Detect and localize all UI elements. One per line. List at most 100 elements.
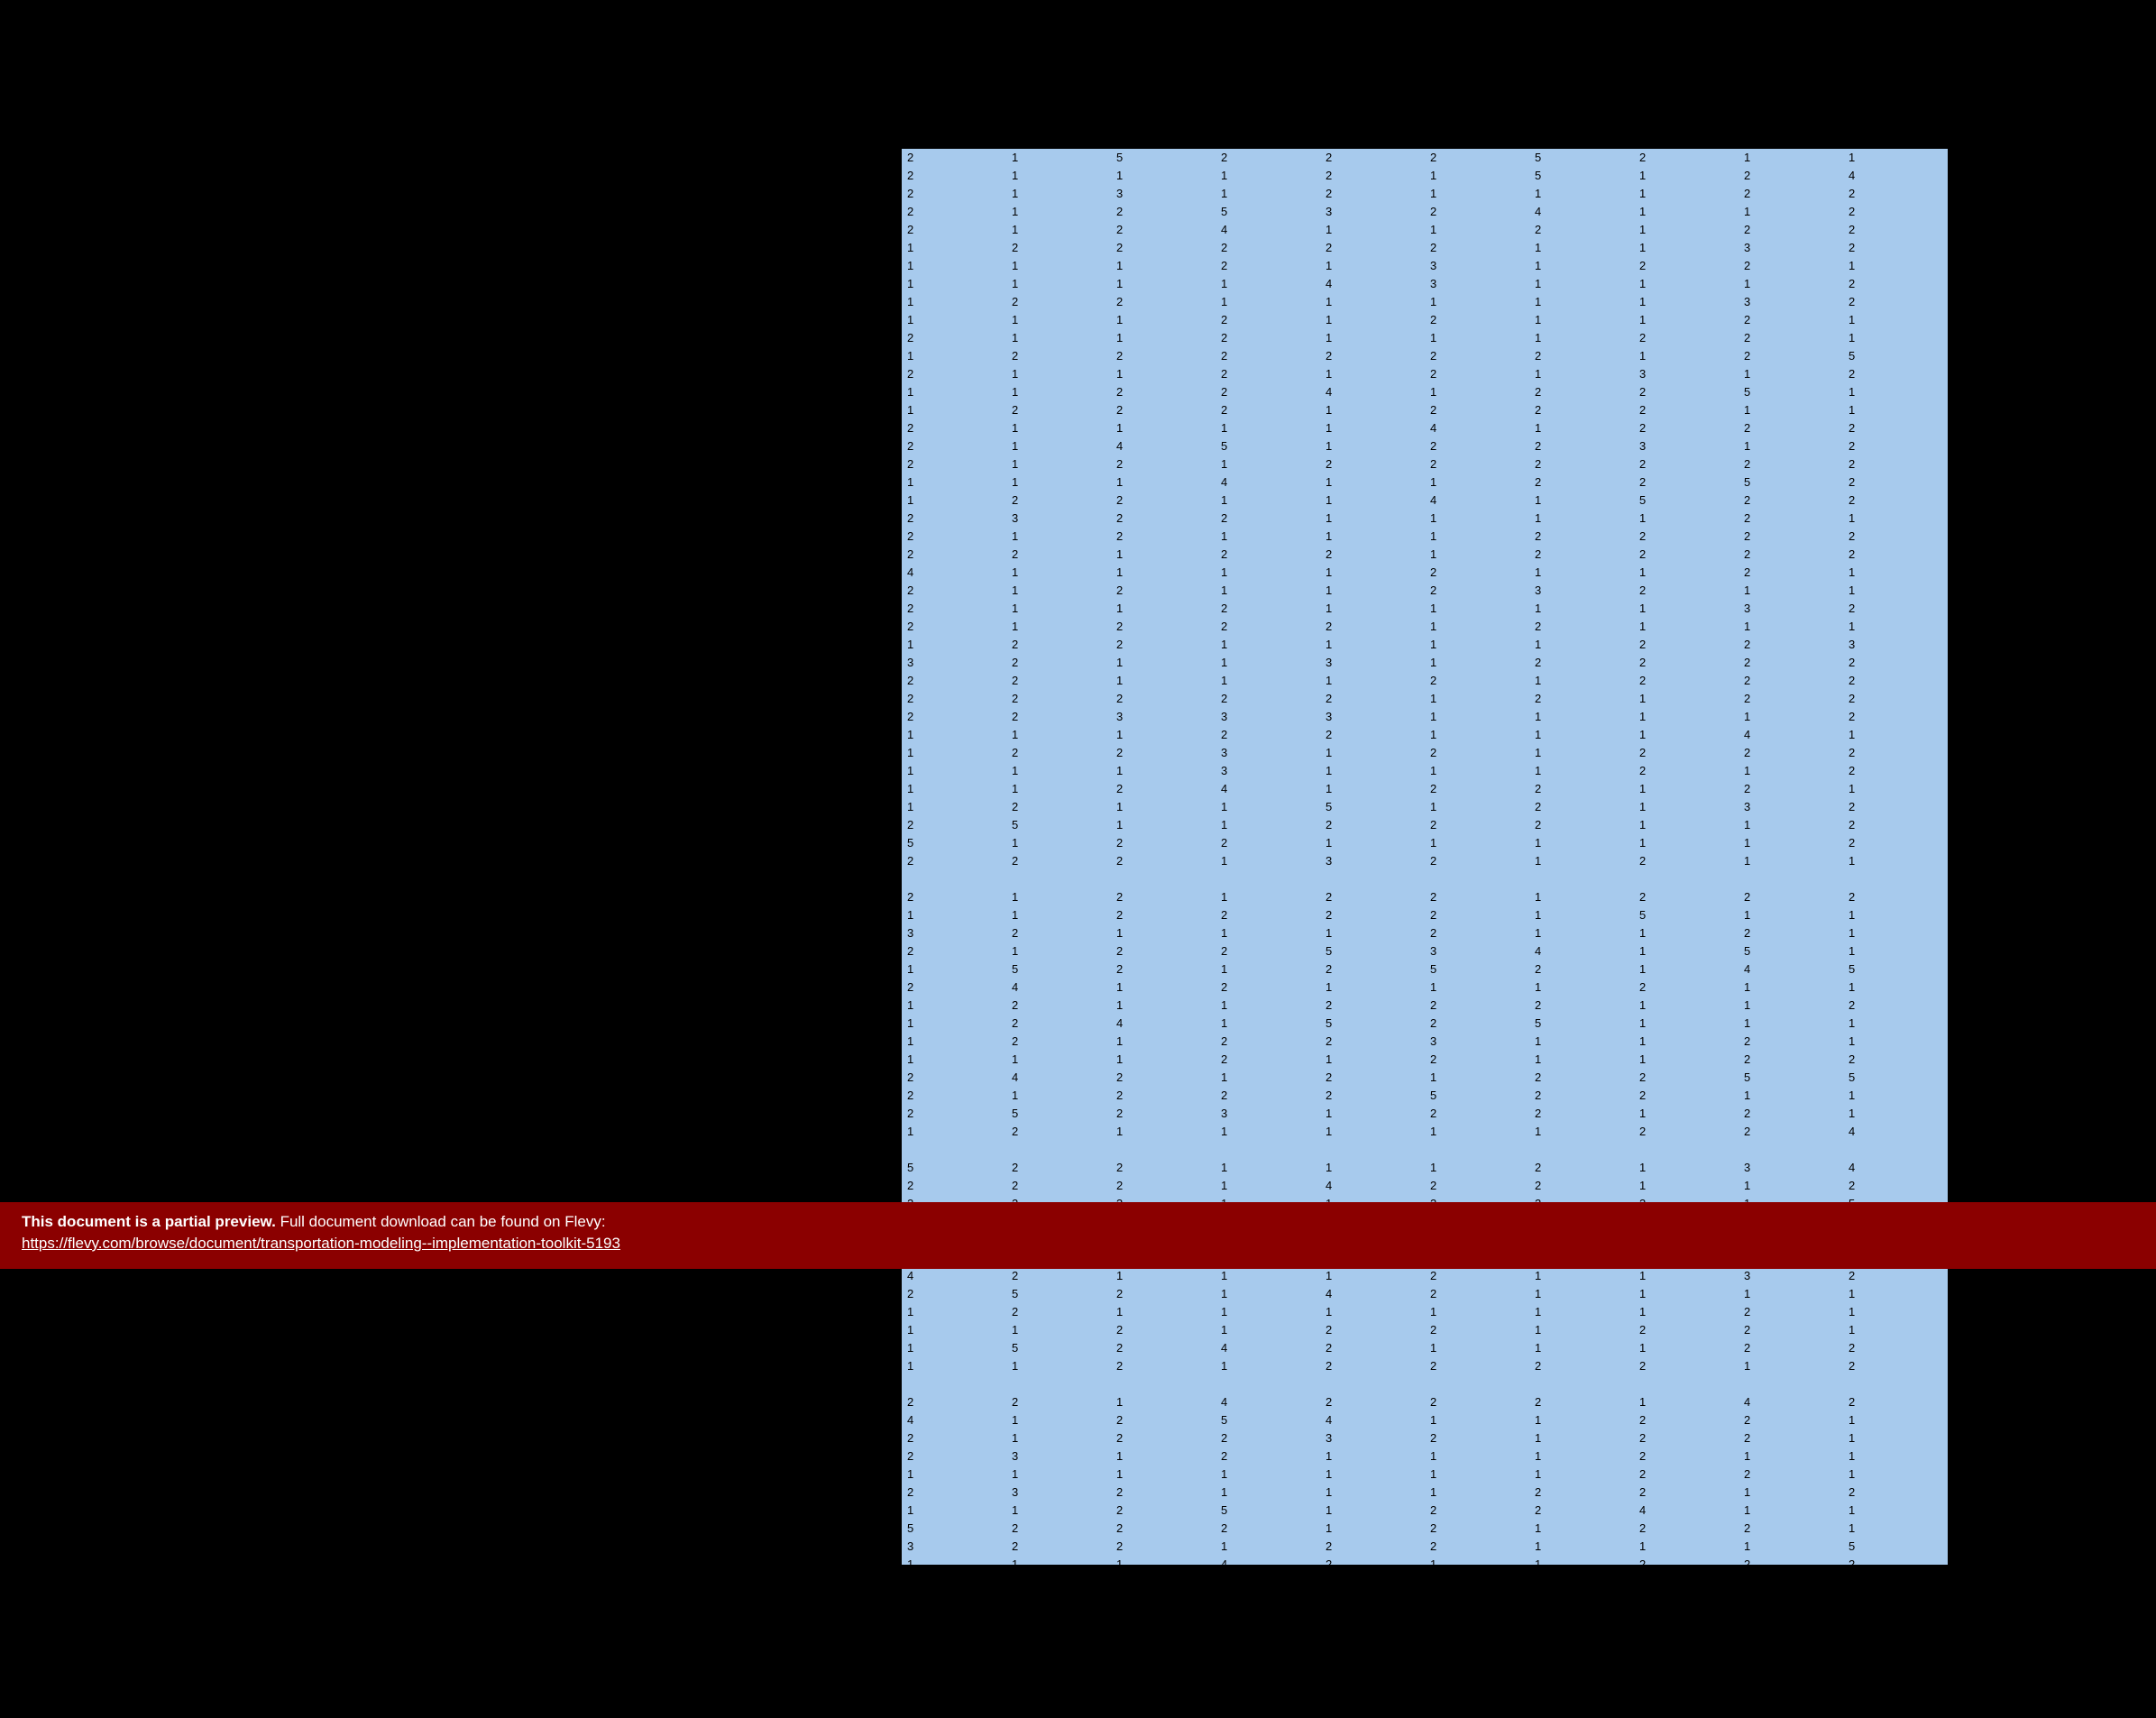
table-row: 2121152115	[902, 1592, 1948, 1610]
table-row: 2112121312	[902, 365, 1948, 383]
cell: 1	[1529, 1321, 1634, 1339]
cell: 2	[1634, 383, 1739, 401]
cell: 4	[1216, 473, 1320, 492]
cell: 1	[1739, 816, 1843, 834]
cell: 5	[1006, 1574, 1111, 1592]
cell: 5	[1634, 906, 1739, 924]
cell: 2	[902, 185, 1006, 203]
cell: 1	[1320, 473, 1425, 492]
banner-link[interactable]: https://flevy.com/browse/document/transp…	[22, 1235, 620, 1252]
cell: 2	[1111, 942, 1216, 960]
cell: 1	[1529, 1664, 1634, 1682]
cell: 3	[1006, 1447, 1111, 1465]
cell: 5	[1320, 942, 1425, 960]
cell: 2	[1739, 257, 1843, 275]
cell: 2	[1634, 1520, 1739, 1538]
cell: 1	[1843, 942, 1948, 960]
cell: 2	[1425, 1267, 1529, 1285]
cell: 1	[1739, 1538, 1843, 1556]
cell: 1	[1739, 1015, 1843, 1033]
cell: 2	[1111, 1574, 1216, 1592]
cell: 1	[1739, 582, 1843, 600]
cell: 1	[1216, 1610, 1320, 1628]
cell: 1	[1529, 492, 1634, 510]
cell: 1	[902, 744, 1006, 762]
cell: 2	[1216, 546, 1320, 564]
table-row: 1222221132	[902, 239, 1948, 257]
table-row: 4214111214	[902, 1664, 1948, 1682]
cell: 1	[1843, 1285, 1948, 1303]
cell: 5	[1843, 960, 1948, 978]
cell: 1	[1111, 365, 1216, 383]
cell: 1	[1843, 1502, 1948, 1520]
cell: 2	[1006, 672, 1111, 690]
cell: 3	[1739, 1267, 1843, 1285]
cell: 1	[902, 1051, 1006, 1069]
cell: 1	[1634, 1105, 1739, 1123]
cell: 2	[1320, 149, 1425, 167]
cell: 3	[1739, 239, 1843, 257]
cell: 2	[1216, 383, 1320, 401]
cell: 1	[1216, 1159, 1320, 1177]
cell: 1	[1739, 1087, 1843, 1105]
cell: 1	[1634, 510, 1739, 528]
cell: 2	[1111, 1105, 1216, 1123]
cell: 1	[1320, 1105, 1425, 1123]
cell: 2	[1111, 1429, 1216, 1447]
cell: 2	[1843, 221, 1948, 239]
cell: 2	[1739, 347, 1843, 365]
cell: 1	[1634, 1177, 1739, 1195]
cell: 2	[1425, 780, 1529, 798]
cell: 4	[1320, 1411, 1425, 1429]
cell: 1	[1529, 365, 1634, 383]
cell: 2	[902, 600, 1006, 618]
cell: 1	[1843, 852, 1948, 870]
cell: 2	[1320, 167, 1425, 185]
cell: 2	[1111, 780, 1216, 798]
cell: 1	[1529, 239, 1634, 257]
cell: 2	[1006, 492, 1111, 510]
cell: 1	[1634, 1339, 1739, 1357]
cell: 4	[902, 1664, 1006, 1682]
cell: 1	[1216, 528, 1320, 546]
table-row: 5221112134	[902, 1159, 1948, 1177]
cell: 1	[1739, 203, 1843, 221]
cell: 1	[1529, 852, 1634, 870]
cell: 1	[1529, 906, 1634, 924]
cell: 1	[1006, 419, 1111, 437]
cell: 1	[1006, 834, 1111, 852]
cell: 2	[1843, 1556, 1948, 1574]
cell: 1	[1320, 510, 1425, 528]
cell: 1	[1111, 1393, 1216, 1411]
cell: 1	[902, 311, 1006, 329]
cell: 3	[1634, 365, 1739, 383]
cell: 2	[1425, 564, 1529, 582]
cell: 1	[1843, 1429, 1948, 1447]
cell: 2	[902, 1484, 1006, 1502]
table-row: 5222121221	[902, 1520, 1948, 1538]
cell: 1	[1320, 257, 1425, 275]
cell: 1	[1111, 275, 1216, 293]
cell: 1	[1320, 365, 1425, 383]
cell: 1	[902, 1465, 1006, 1484]
cell: 1	[902, 1682, 1006, 1700]
cell: 3	[1425, 257, 1529, 275]
cell: 1	[1320, 419, 1425, 437]
cell: 1	[1529, 1520, 1634, 1538]
table-row: 1114211222	[902, 1556, 1948, 1574]
cell: 1	[1320, 492, 1425, 510]
table-row: 1114112252	[902, 473, 1948, 492]
cell: 2	[1843, 1574, 1948, 1592]
cell: 5	[1216, 437, 1320, 455]
cell: 1	[1216, 997, 1320, 1015]
cell: 2	[1529, 1393, 1634, 1411]
cell: 2	[1529, 798, 1634, 816]
table-row: 3211121121	[902, 924, 1948, 942]
cell: 2	[1843, 816, 1948, 834]
cell: 1	[1425, 1682, 1529, 1700]
table-row: 2122534151	[902, 942, 1948, 960]
cell: 1	[1006, 1465, 1111, 1484]
cell: 2	[1739, 510, 1843, 528]
cell: 1	[1216, 275, 1320, 293]
cell: 1	[1216, 672, 1320, 690]
